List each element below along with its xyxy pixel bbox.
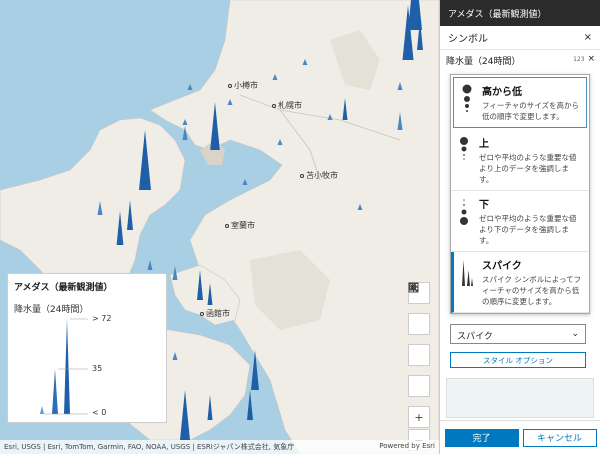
city-dot-icon (225, 223, 229, 228)
city-dot-icon (228, 83, 232, 88)
map-tools: + − (408, 282, 430, 454)
field-row: 降水量（24時間） 123 × (440, 50, 600, 68)
size-below-icon (460, 199, 468, 225)
legend-spike-mid (52, 369, 58, 414)
attribution-bar: Esri, USGS | Esri, TomTom, Garmin, FAO, … (0, 440, 439, 454)
option-high-to-low[interactable]: 高から低 フィーチャのサイズを高から低の順序で変更します。 (453, 77, 587, 128)
city-label-muroran: 室蘭市 (225, 220, 255, 231)
city-label-otaru: 小樽市 (228, 80, 258, 91)
style-options-button[interactable]: スタイル オプション (450, 352, 586, 368)
theme-dropdown-menu: 高から低 フィーチャのサイズを高から低の順序で変更します。 上 ゼロや平均のよう… (450, 74, 590, 314)
field-count: 123 (573, 56, 585, 63)
legend-max-label: > 72 (92, 314, 112, 323)
size-high-to-low-icon (462, 84, 472, 112)
field-label: 降水量（24時間） (446, 57, 521, 67)
powered-by-esri[interactable]: Powered by Esri (379, 442, 435, 450)
fullscreen-button[interactable] (408, 283, 430, 366)
legend-spike-swatches (40, 318, 88, 415)
size-above-icon (460, 137, 468, 160)
app-root: 小樽市 札幌市 苫小牧市 室蘭市 函館市 + − アメダス（最新観測値） 降水量… (0, 0, 600, 454)
legend-spike-max (64, 319, 70, 414)
city-dot-icon (272, 103, 276, 108)
option-above[interactable]: 上 ゼロや平均のような重要な値より上のデータを強調します。 (451, 130, 589, 191)
panel-footer: 完了 キャンセル (440, 420, 600, 454)
precip-spike[interactable] (187, 84, 193, 90)
field-close-icon[interactable]: × (587, 54, 595, 64)
precip-spike[interactable] (147, 260, 153, 270)
precip-spike[interactable] (247, 390, 253, 420)
panel-section-title: シンボル (448, 34, 488, 45)
theme-select[interactable]: スパイク ⌄ (450, 324, 586, 344)
legend-mid-label: 35 (92, 364, 103, 373)
panel-subheader: シンボル × (440, 26, 600, 50)
city-dot-icon (200, 311, 204, 316)
attribution-text: Esri, USGS | Esri, TomTom, Garmin, FAO, … (4, 443, 295, 451)
legend-spike-min (40, 406, 44, 414)
city-dot-icon (300, 173, 304, 178)
zoom-in-button[interactable]: + (408, 406, 430, 428)
legend-card: アメダス（最新観測値） 降水量（24時間） > 72 35 < 0 (7, 273, 167, 423)
option-spike[interactable]: スパイク スパイク シンボルによってフィーチャのサイズを高から低の順序に変更しま… (451, 252, 589, 313)
cancel-button[interactable]: キャンセル (522, 428, 597, 447)
layers-button[interactable] (408, 282, 430, 335)
symbol-panel: アメダス（最新観測値） シンボル × 降水量（24時間） 123 × 高から低 … (439, 0, 600, 454)
legend-min-label: < 0 (92, 408, 107, 417)
panel-header: アメダス（最新観測値） (440, 0, 600, 26)
close-icon[interactable]: × (584, 32, 592, 43)
precip-spike[interactable] (242, 179, 248, 185)
option-below[interactable]: 下 ゼロや平均のような重要な値より下のデータを強調します。 (451, 191, 589, 252)
map-preview-thumbnail (446, 378, 594, 418)
city-label-tomakomai: 苫小牧市 (300, 170, 338, 181)
home-button[interactable] (408, 282, 430, 397)
done-button[interactable]: 完了 (444, 428, 519, 447)
legend-title: アメダス（最新観測値） (14, 283, 113, 293)
spike-icon (462, 260, 473, 286)
city-label-hakodate: 函館市 (200, 308, 230, 319)
chevron-down-icon: ⌄ (571, 329, 579, 339)
home-icon (408, 282, 419, 293)
city-label-sapporo: 札幌市 (272, 100, 302, 111)
panel-content: 降水量（24時間） 123 × 高から低 フィーチャのサイズを高から低の順序で変… (440, 50, 600, 420)
